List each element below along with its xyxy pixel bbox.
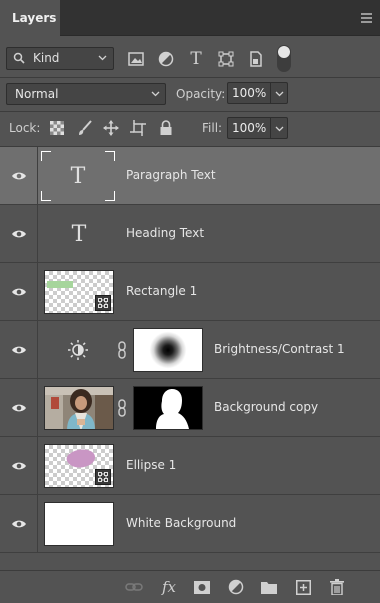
lock-position-icon[interactable] — [102, 119, 120, 137]
layers-tab[interactable]: Layers — [0, 0, 60, 36]
chevron-down-icon — [151, 91, 160, 97]
layer-style-fx-button[interactable]: fx — [159, 577, 179, 597]
layer-row-paragraph-text[interactable]: T Paragraph Text — [0, 147, 380, 205]
lock-image-pixels-icon[interactable] — [76, 119, 94, 137]
smart-object-filter-icon[interactable] — [246, 49, 266, 69]
lock-artboard-icon[interactable] — [129, 119, 147, 137]
delete-layer-trash-icon[interactable] — [327, 577, 347, 597]
eye-icon — [11, 288, 26, 295]
chevron-down-icon — [275, 91, 283, 96]
eye-icon — [11, 520, 26, 527]
type-layer-icon: T — [71, 221, 87, 247]
eye-icon — [11, 230, 26, 237]
layer-mask-thumbnail[interactable] — [133, 328, 203, 372]
panel-menu-icon[interactable] — [361, 13, 372, 23]
rectangle-shape-preview — [47, 281, 73, 288]
eye-icon — [11, 404, 26, 411]
mask-silhouette — [156, 389, 189, 429]
layer-name[interactable]: Background copy — [214, 400, 318, 414]
eye-icon — [11, 172, 26, 179]
layer-thumbnail[interactable]: T — [40, 150, 116, 202]
visibility-toggle[interactable] — [0, 147, 38, 204]
opacity-dropdown[interactable] — [270, 83, 287, 103]
layer-row-background-copy[interactable]: Background copy — [0, 379, 380, 437]
filter-toggle-switch[interactable] — [277, 45, 291, 72]
type-layer-icon: T — [70, 163, 86, 189]
photo-thumbnail-image — [45, 387, 113, 429]
layer-row-brightness-contrast-1[interactable]: Brightness/Contrast 1 — [0, 321, 380, 379]
layer-mask-thumbnail[interactable] — [133, 386, 203, 430]
visibility-toggle[interactable] — [0, 321, 38, 378]
eye-icon — [11, 346, 26, 353]
chevron-down-icon — [98, 55, 107, 61]
visibility-toggle[interactable] — [0, 437, 38, 494]
layers-list: T Paragraph Text T Heading Text Rectangl… — [0, 147, 380, 570]
visibility-toggle[interactable] — [0, 495, 38, 552]
new-layer-icon[interactable] — [293, 577, 313, 597]
fill-field[interactable]: 100% — [227, 117, 288, 139]
layer-thumbnail[interactable] — [44, 444, 114, 488]
layer-thumbnail[interactable]: T — [44, 212, 114, 256]
visibility-toggle[interactable] — [0, 263, 38, 320]
layer-name[interactable]: White Background — [126, 516, 236, 530]
opacity-label: Opacity: — [176, 87, 226, 101]
lock-label: Lock: — [9, 121, 41, 135]
visibility-toggle[interactable] — [0, 379, 38, 436]
panel-tab-bar: Layers — [0, 0, 380, 36]
pixel-filter-icon[interactable] — [126, 49, 146, 69]
layer-thumbnail[interactable] — [44, 386, 114, 430]
add-layer-mask-icon[interactable] — [192, 577, 212, 597]
opacity-value: 100% — [232, 86, 267, 100]
eye-icon — [11, 462, 26, 469]
vector-shape-icon — [95, 469, 111, 485]
layer-row-white-background[interactable]: White Background — [0, 495, 380, 553]
opacity-field[interactable]: 100% — [227, 82, 288, 104]
filter-kind-select[interactable]: Kind — [6, 47, 114, 70]
layer-name[interactable]: Paragraph Text — [126, 168, 216, 182]
divider — [0, 111, 380, 112]
divider — [0, 77, 380, 78]
vector-shape-icon — [95, 295, 111, 311]
search-icon — [13, 52, 25, 64]
adjustment-filter-icon[interactable] — [156, 49, 176, 69]
blend-mode-select[interactable]: Normal — [6, 83, 166, 105]
lock-all-icon[interactable] — [157, 119, 175, 137]
layer-name[interactable]: Rectangle 1 — [126, 284, 197, 298]
layer-thumbnail[interactable] — [44, 502, 114, 546]
layers-footer-toolbar: fx — [0, 570, 380, 603]
visibility-toggle[interactable] — [0, 205, 38, 262]
layer-thumbnail[interactable] — [44, 270, 114, 314]
fx-label: fx — [161, 578, 176, 596]
layer-row-rectangle-1[interactable]: Rectangle 1 — [0, 263, 380, 321]
filter-kind-label: Kind — [33, 51, 60, 65]
layer-row-ellipse-1[interactable]: Ellipse 1 — [0, 437, 380, 495]
layer-name[interactable]: Ellipse 1 — [126, 458, 176, 472]
link-layers-icon[interactable] — [124, 577, 144, 597]
lock-transparent-pixels-icon[interactable] — [48, 119, 66, 137]
link-chain-icon[interactable] — [116, 399, 128, 417]
brightness-contrast-icon[interactable] — [66, 338, 90, 362]
new-adjustment-layer-icon[interactable] — [226, 577, 246, 597]
link-chain-icon[interactable] — [116, 341, 128, 359]
layer-row-heading-text[interactable]: T Heading Text — [0, 205, 380, 263]
layer-name[interactable]: Heading Text — [126, 226, 204, 240]
fill-dropdown[interactable] — [270, 118, 287, 138]
fill-label: Fill: — [202, 121, 223, 135]
fill-value: 100% — [232, 121, 267, 135]
type-filter-icon[interactable]: T — [186, 49, 206, 69]
new-group-folder-icon[interactable] — [259, 577, 279, 597]
chevron-down-icon — [275, 126, 283, 131]
layer-name[interactable]: Brightness/Contrast 1 — [214, 342, 345, 356]
blend-mode-value: Normal — [15, 87, 59, 101]
shape-filter-icon[interactable] — [216, 49, 236, 69]
